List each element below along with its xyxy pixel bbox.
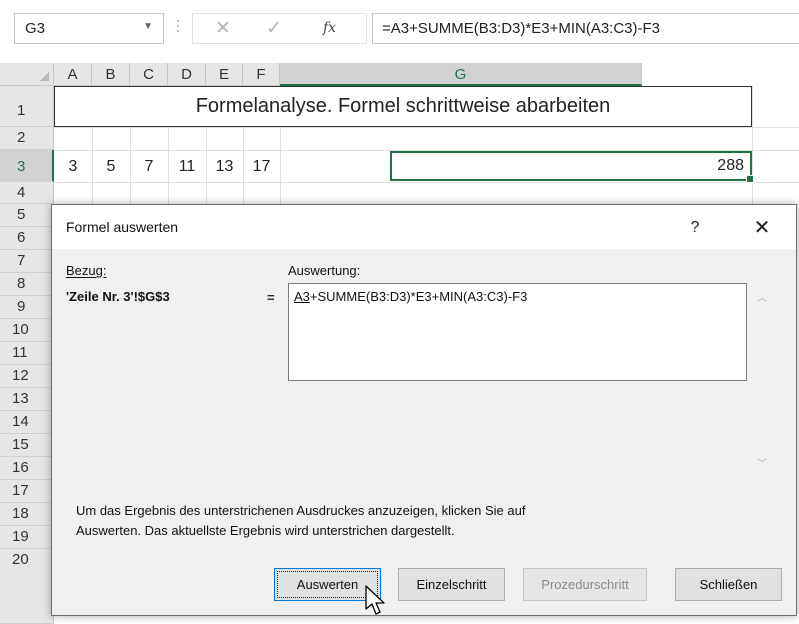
formel-auswerten-dialog: Formel auswerten ? ✕ Bezug: 'Zeile Nr. 3… bbox=[51, 204, 797, 616]
row-header-7[interactable]: 7 bbox=[0, 250, 54, 273]
column-header-e[interactable]: E bbox=[206, 63, 243, 86]
row-header-1[interactable]: 1 bbox=[0, 86, 54, 127]
gridline bbox=[54, 127, 799, 128]
row-header-5[interactable]: 5 bbox=[0, 204, 54, 227]
column-header-f[interactable]: F bbox=[243, 63, 280, 86]
hint-line-1: Um das Ergebnis des unterstrichenen Ausd… bbox=[76, 503, 526, 518]
gridline bbox=[280, 127, 281, 204]
gridline bbox=[752, 86, 753, 204]
cell-c3[interactable]: 7 bbox=[130, 155, 168, 178]
row-header-11[interactable]: 11 bbox=[0, 342, 54, 365]
cell-f3[interactable]: 17 bbox=[243, 155, 280, 178]
help-icon[interactable]: ? bbox=[680, 213, 710, 243]
row-header-16[interactable]: 16 bbox=[0, 457, 54, 480]
row-header-20[interactable]: 20 bbox=[0, 549, 54, 624]
formula-bar: G3 ▼ ✕ ✓ fx =A3+SUMME(B3:D3)*E3+MIN(A3:C… bbox=[0, 0, 799, 56]
schliessen-button[interactable]: Schließen bbox=[675, 568, 782, 601]
cell-d3[interactable]: 11 bbox=[168, 155, 206, 178]
row-header-12[interactable]: 12 bbox=[0, 365, 54, 388]
sheet-title-cell[interactable]: Formelanalyse. Formel schrittweise abarb… bbox=[54, 86, 752, 127]
formula-text: =A3+SUMME(B3:D3)*E3+MIN(A3:C3)-F3 bbox=[382, 20, 660, 37]
chevron-up-icon[interactable]: ︿ bbox=[757, 289, 767, 304]
prozedurschritt-button: Prozedurschritt bbox=[523, 568, 647, 601]
evaluation-box[interactable]: A3+SUMME(B3:D3)*E3+MIN(A3:C3)-F3 bbox=[288, 283, 747, 381]
column-header-a[interactable]: A bbox=[54, 63, 92, 86]
formula-input[interactable]: =A3+SUMME(B3:D3)*E3+MIN(A3:C3)-F3 bbox=[372, 13, 799, 44]
einzelschritt-button[interactable]: Einzelschritt bbox=[398, 568, 505, 601]
row-header-17[interactable]: 17 bbox=[0, 480, 54, 503]
row-header-2[interactable]: 2 bbox=[0, 127, 54, 150]
gridline bbox=[54, 182, 799, 183]
underlined-expression: A3 bbox=[294, 289, 310, 304]
mouse-cursor-icon bbox=[365, 585, 385, 615]
bezug-label: Bezug: bbox=[66, 263, 107, 278]
row-header-9[interactable]: 9 bbox=[0, 296, 54, 319]
evaluation-expression: A3+SUMME(B3:D3)*E3+MIN(A3:C3)-F3 bbox=[294, 289, 527, 304]
chevron-down-icon[interactable]: ﹀ bbox=[757, 455, 767, 470]
cell-b3[interactable]: 5 bbox=[92, 155, 130, 178]
column-header-g[interactable]: G bbox=[280, 63, 642, 86]
row-header-10[interactable]: 10 bbox=[0, 319, 54, 342]
cell-e3[interactable]: 13 bbox=[206, 155, 243, 178]
row-header-6[interactable]: 6 bbox=[0, 227, 54, 250]
dialog-title: Formel auswerten bbox=[66, 219, 179, 235]
formula-buttons: ✕ ✓ fx bbox=[192, 13, 367, 44]
column-header-b[interactable]: B bbox=[92, 63, 130, 86]
cancel-icon[interactable]: ✕ bbox=[215, 17, 231, 40]
enter-icon[interactable]: ✓ bbox=[266, 17, 282, 40]
hint-line-2: Auswerten. Das aktuellste Ergebnis wird … bbox=[76, 523, 455, 538]
close-icon[interactable]: ✕ bbox=[744, 213, 780, 243]
equals-sign: = bbox=[267, 290, 275, 305]
column-header-c[interactable]: C bbox=[130, 63, 168, 86]
chevron-down-icon[interactable]: ▼ bbox=[143, 21, 153, 32]
row-header-8[interactable]: 8 bbox=[0, 273, 54, 296]
name-box-value: G3 bbox=[25, 20, 46, 37]
evaluation-scrollbar[interactable]: ︿ ﹀ bbox=[749, 283, 775, 473]
row-header-15[interactable]: 15 bbox=[0, 434, 54, 457]
cell-g3-selected[interactable]: 288 bbox=[390, 151, 754, 183]
hint-text: Um das Ergebnis des unterstrichenen Ausd… bbox=[76, 501, 716, 541]
bezug-value: 'Zeile Nr. 3'!$G$3 bbox=[66, 289, 170, 304]
row-header-3[interactable]: 3 bbox=[0, 150, 54, 182]
auswertung-label: Auswertung: bbox=[288, 263, 361, 278]
select-all-corner[interactable] bbox=[0, 63, 54, 86]
expression-rest: +SUMME(B3:D3)*E3+MIN(A3:C3)-F3 bbox=[309, 289, 528, 304]
row-header-19[interactable]: 19 bbox=[0, 526, 54, 549]
dialog-title-bar: Formel auswerten ? ✕ bbox=[52, 205, 796, 249]
insert-function-icon[interactable]: fx bbox=[323, 20, 336, 36]
drag-handle-icon[interactable] bbox=[176, 17, 180, 41]
cell-a3[interactable]: 3 bbox=[54, 155, 92, 178]
name-box[interactable]: G3 ▼ bbox=[14, 13, 164, 44]
column-header-d[interactable]: D bbox=[168, 63, 206, 86]
row-header-13[interactable]: 13 bbox=[0, 388, 54, 411]
row-header-18[interactable]: 18 bbox=[0, 503, 54, 526]
row-header-14[interactable]: 14 bbox=[0, 411, 54, 434]
row-header-4[interactable]: 4 bbox=[0, 182, 54, 204]
